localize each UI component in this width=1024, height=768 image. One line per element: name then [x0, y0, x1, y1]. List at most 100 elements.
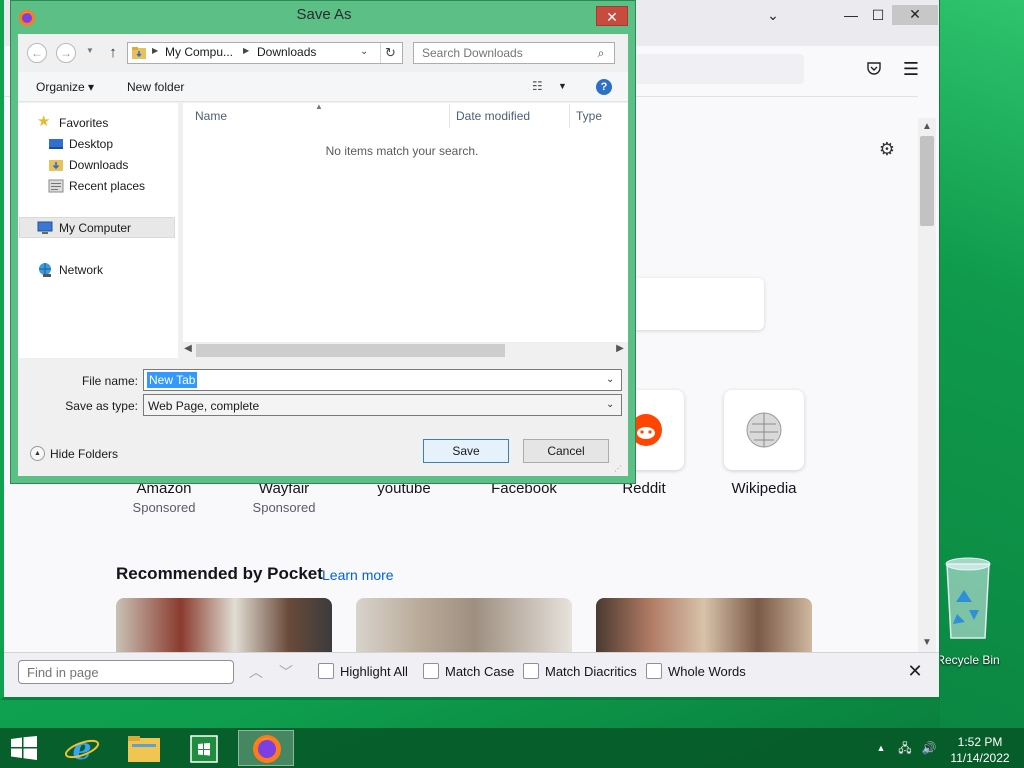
clock[interactable]: 1:52 PM 11/14/2022	[940, 734, 1020, 766]
file-explorer-taskbar-button[interactable]	[116, 730, 172, 766]
wikipedia-icon	[746, 412, 782, 448]
breadcrumb-my-computer[interactable]: My Compu...	[165, 45, 233, 59]
recycle-bin-icon	[945, 557, 991, 639]
show-hidden-icons-icon[interactable]: ▲	[872, 740, 890, 756]
desktop-icon	[49, 139, 63, 149]
scroll-left-arrow-icon[interactable]: ◀	[182, 343, 194, 354]
back-arrow-icon[interactable]: ←	[27, 43, 47, 63]
collapse-chevron-up-icon[interactable]: ▲	[30, 446, 45, 461]
pocket-learn-more-link[interactable]: Learn more	[322, 567, 394, 583]
whole-words-checkbox[interactable]	[646, 663, 662, 679]
file-name-value[interactable]: New Tab	[147, 372, 198, 388]
nav-item-downloads[interactable]: Downloads	[69, 158, 128, 172]
find-next-icon[interactable]: ﹀	[276, 662, 296, 682]
save-button[interactable]: Save	[423, 439, 509, 463]
address-dropdown-chevron-icon[interactable]: ⌄	[360, 46, 368, 57]
url-bar[interactable]	[630, 54, 804, 84]
dialog-close-button[interactable]: ✕	[596, 6, 628, 26]
hamburger-menu-icon[interactable]: ☰	[900, 59, 922, 79]
up-arrow-icon[interactable]: ↑	[105, 43, 121, 63]
top-site-wikipedia-tile[interactable]	[724, 390, 804, 470]
save-as-type-chevron-down-icon[interactable]: ⌄	[606, 399, 614, 410]
network-tray-icon[interactable]: 🖧	[896, 740, 914, 756]
highlight-all-checkbox[interactable]	[318, 663, 334, 679]
nav-item-recent-places[interactable]: Recent places	[69, 179, 145, 193]
forward-arrow-icon[interactable]: →	[56, 43, 76, 63]
breadcrumb-separator-icon[interactable]: ▶	[243, 46, 249, 55]
top-site-sponsored: Sponsored	[132, 500, 196, 515]
pocket-story-card[interactable]	[356, 598, 572, 652]
refresh-icon[interactable]: ↻	[380, 43, 400, 63]
column-header-name[interactable]: Name	[195, 109, 227, 123]
downloads-folder-icon	[132, 47, 146, 59]
page-scrollbar-thumb[interactable]	[920, 136, 934, 226]
column-header-date-modified[interactable]: Date modified	[456, 109, 530, 123]
nav-item-my-computer[interactable]: My Computer	[59, 221, 131, 235]
clock-date: 11/14/2022	[950, 751, 1010, 765]
match-diacritics-checkbox[interactable]	[523, 663, 539, 679]
page-search-box[interactable]	[620, 278, 764, 330]
file-name-combobox[interactable]	[143, 369, 622, 391]
nav-item-favorites[interactable]: Favorites	[59, 116, 108, 130]
firefox-icon	[253, 735, 281, 763]
pocket-icon[interactable]	[864, 60, 884, 78]
pocket-story-card[interactable]	[116, 598, 332, 652]
minimize-button[interactable]: —	[840, 6, 862, 24]
cancel-button[interactable]: Cancel	[523, 439, 609, 463]
help-icon[interactable]: ?	[596, 79, 612, 95]
match-case-label[interactable]: Match Case	[445, 664, 514, 679]
folder-icon	[128, 736, 160, 762]
column-header-type[interactable]: Type	[576, 109, 602, 123]
search-icon[interactable]: ⌕	[593, 45, 609, 61]
clock-time: 1:52 PM	[957, 735, 1003, 749]
search-downloads-input[interactable]	[413, 42, 615, 64]
recycle-bin-shortcut[interactable]: Recycle Bin	[932, 552, 1004, 672]
file-list-pane	[182, 103, 628, 358]
volume-icon[interactable]: 🔊	[920, 740, 938, 756]
save-as-type-value[interactable]: Web Page, complete	[148, 399, 259, 413]
breadcrumb-downloads[interactable]: Downloads	[257, 45, 316, 59]
find-in-page-input[interactable]	[18, 660, 234, 684]
find-previous-icon[interactable]: ︿	[246, 662, 266, 682]
column-divider[interactable]	[449, 104, 450, 128]
store-taskbar-button[interactable]	[176, 730, 232, 766]
gear-icon[interactable]: ⚙	[876, 138, 898, 160]
pocket-story-card[interactable]	[596, 598, 812, 652]
file-name-label: File name:	[81, 374, 138, 388]
recent-locations-chevron-icon[interactable]: ▼	[86, 46, 94, 55]
organize-button[interactable]: Organize ▾	[36, 80, 94, 94]
whole-words-label[interactable]: Whole Words	[668, 664, 746, 679]
internet-explorer-taskbar-button[interactable]: e	[54, 730, 110, 767]
resize-grip-icon[interactable]: ⋰	[614, 464, 622, 473]
firefox-taskbar-button[interactable]	[238, 730, 294, 766]
empty-results-message: No items match your search.	[325, 144, 479, 158]
recent-places-icon	[48, 179, 64, 193]
computer-icon	[37, 221, 53, 234]
scroll-up-arrow-icon[interactable]: ▲	[918, 118, 936, 136]
match-case-checkbox[interactable]	[423, 663, 439, 679]
column-divider[interactable]	[569, 104, 570, 128]
nav-item-network[interactable]: Network	[59, 263, 103, 277]
view-options-icon[interactable]: ☷	[532, 79, 550, 95]
breadcrumb-separator-icon[interactable]: ▶	[152, 46, 158, 55]
file-name-chevron-down-icon[interactable]: ⌄	[606, 374, 614, 385]
organize-label: Organize	[36, 80, 85, 94]
close-button[interactable]: ✕	[892, 5, 938, 25]
view-options-chevron-icon[interactable]: ▼	[558, 81, 567, 91]
scroll-down-arrow-icon[interactable]: ▼	[918, 634, 936, 652]
highlight-all-label[interactable]: Highlight All	[340, 664, 408, 679]
new-folder-button[interactable]: New folder	[127, 80, 184, 94]
scroll-right-arrow-icon[interactable]: ▶	[614, 343, 626, 354]
match-diacritics-label[interactable]: Match Diacritics	[545, 664, 637, 679]
store-icon	[190, 735, 218, 763]
horizontal-scrollbar-thumb[interactable]	[196, 344, 505, 357]
pocket-heading: Recommended by Pocket	[116, 564, 323, 583]
close-find-bar-icon[interactable]: ✕	[904, 660, 926, 682]
maximize-button[interactable]: ☐	[867, 6, 889, 24]
sort-ascending-icon: ▲	[315, 102, 323, 111]
hide-folders-button[interactable]: Hide Folders	[50, 447, 118, 461]
top-site-name[interactable]: Wikipedia	[704, 480, 824, 497]
nav-item-desktop[interactable]: Desktop	[69, 137, 113, 151]
tabs-menu-chevron-icon[interactable]: ⌄	[762, 6, 784, 24]
windows-start-icon[interactable]	[10, 736, 38, 760]
